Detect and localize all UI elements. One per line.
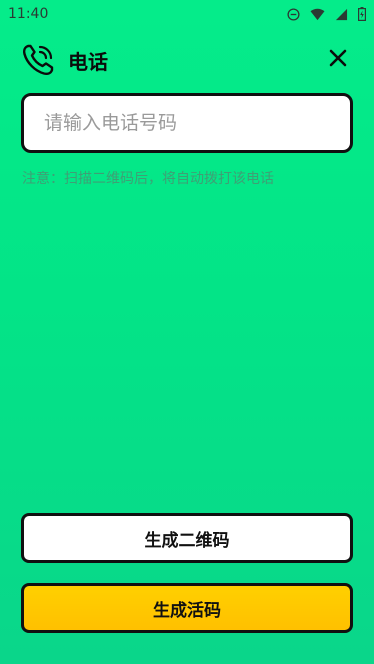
status-time: 11:40 <box>8 6 49 22</box>
do-not-disturb-icon <box>287 7 300 21</box>
battery-icon <box>358 7 366 21</box>
phone-input-container[interactable] <box>21 93 353 153</box>
status-bar: 11:40 <box>0 0 374 28</box>
header: 电话 <box>20 40 354 80</box>
phone-input[interactable] <box>42 111 332 135</box>
status-icons <box>287 7 366 21</box>
generate-qr-button[interactable]: 生成二维码 <box>21 513 353 563</box>
close-button[interactable] <box>322 44 354 76</box>
signal-icon <box>335 8 348 21</box>
scan-note: 注意：扫描二维码后，将自动拨打该电话 <box>22 171 274 187</box>
wifi-icon <box>310 8 325 21</box>
generate-live-code-button[interactable]: 生成活码 <box>21 583 353 633</box>
page-title: 电话 <box>68 49 108 74</box>
phone-icon <box>20 42 56 78</box>
close-icon <box>329 49 347 71</box>
